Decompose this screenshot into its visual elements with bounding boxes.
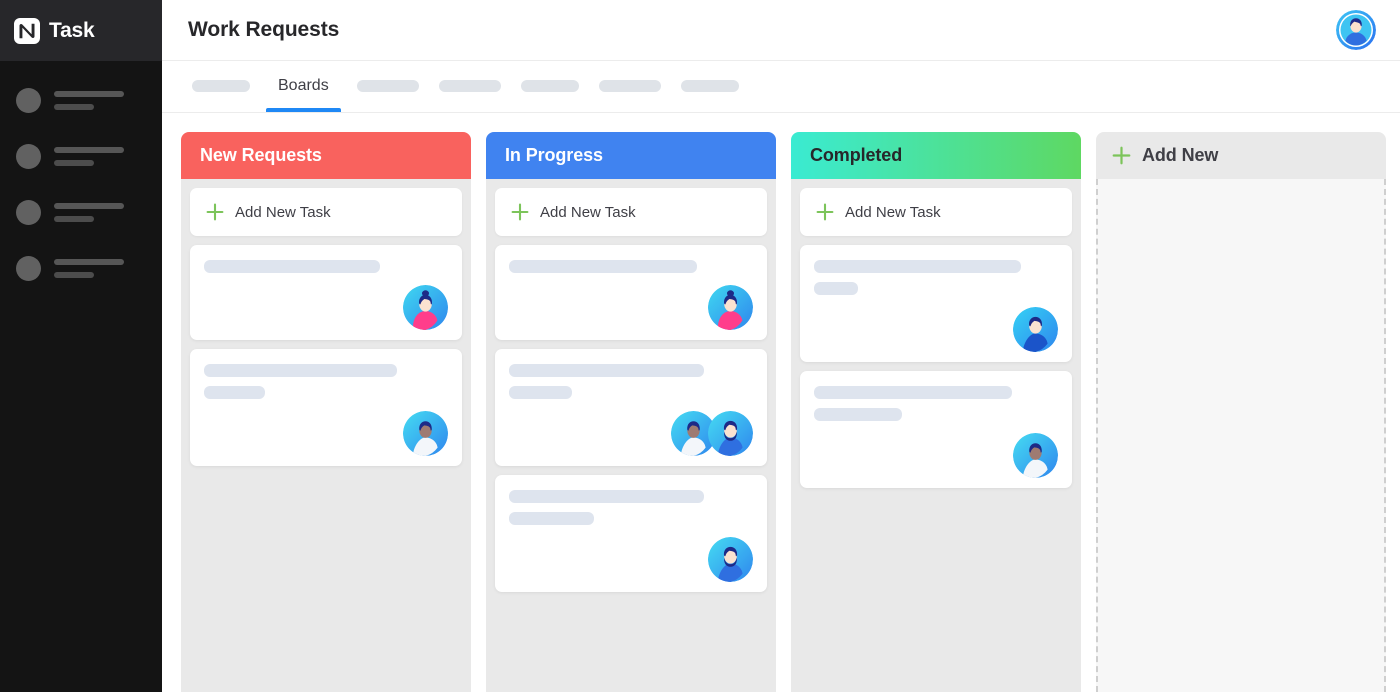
plus-icon	[816, 203, 834, 221]
plus-icon	[511, 203, 529, 221]
main-area: Work Requests Boards New Requests Add Ne…	[162, 0, 1400, 692]
tab-bar: Boards	[162, 61, 1400, 113]
app-root: Task Work Requests Boards New Requests A…	[0, 0, 1400, 692]
avatar-woman-pink[interactable]	[403, 285, 448, 330]
sidebar-item-3-placeholder	[54, 202, 124, 222]
task-card-assignees	[509, 285, 753, 330]
add-new-task-button[interactable]: Add New Task	[495, 188, 767, 236]
add-new-column-header[interactable]: Add New	[1096, 132, 1386, 179]
tab-placeholder-pill	[520, 80, 579, 92]
sidebar: Task	[0, 0, 162, 692]
tab-placeholder-pill	[438, 80, 501, 92]
sidebar-item-1-placeholder	[54, 90, 124, 110]
task-card[interactable]	[495, 475, 767, 592]
add-new-column[interactable]: Add New	[1096, 132, 1386, 692]
add-new-column-dropzone[interactable]	[1096, 179, 1386, 692]
sidebar-item-4[interactable]	[0, 251, 162, 285]
tab-placeholder-4[interactable]	[511, 60, 589, 112]
task-card[interactable]	[800, 371, 1072, 488]
task-card-assignees	[814, 307, 1058, 352]
task-card[interactable]	[800, 245, 1072, 362]
avatar-man-beard[interactable]	[708, 537, 753, 582]
column-header-completed[interactable]: Completed	[791, 132, 1081, 179]
task-card-assignees	[509, 411, 753, 456]
task-card[interactable]	[190, 349, 462, 466]
task-card-placeholder	[509, 364, 753, 399]
plus-icon	[1112, 146, 1131, 165]
task-card-placeholder	[204, 260, 448, 273]
user-avatar-icon[interactable]	[1336, 10, 1376, 50]
nav-avatar-icon	[16, 255, 41, 281]
task-card[interactable]	[495, 349, 767, 466]
tab-boards-label: Boards	[278, 77, 329, 94]
task-card-placeholder	[814, 386, 1058, 421]
sidebar-item-2-placeholder	[54, 146, 124, 166]
column-body-in-progress: Add New Task	[486, 179, 776, 692]
top-bar: Work Requests	[162, 0, 1400, 61]
task-card[interactable]	[495, 245, 767, 340]
avatar-man-blue[interactable]	[1013, 307, 1058, 352]
avatar-man-grey[interactable]	[1013, 433, 1058, 478]
add-new-task-label: Add New Task	[845, 203, 941, 221]
tab-placeholder-pill	[680, 80, 739, 92]
tab-placeholder-pill	[356, 80, 419, 92]
add-new-task-label: Add New Task	[235, 203, 331, 221]
tab-placeholder-pill	[598, 80, 661, 92]
board-column-completed: Completed Add New Task	[791, 132, 1081, 692]
task-card-placeholder	[204, 364, 448, 399]
add-new-task-button[interactable]: Add New Task	[190, 188, 462, 236]
column-body-completed: Add New Task	[791, 179, 1081, 692]
task-card-assignees	[204, 411, 448, 456]
column-title: New Requests	[200, 145, 322, 165]
sidebar-nav	[0, 61, 162, 285]
add-new-task-button[interactable]: Add New Task	[800, 188, 1072, 236]
nav-avatar-icon	[16, 143, 41, 169]
task-card-assignees	[814, 433, 1058, 478]
tab-placeholder-3[interactable]	[429, 60, 511, 112]
task-card-placeholder	[509, 490, 753, 525]
column-header-new-requests[interactable]: New Requests	[181, 132, 471, 179]
page-title: Work Requests	[188, 18, 340, 41]
avatar-man-beard[interactable]	[708, 411, 753, 456]
tab-placeholder-1[interactable]	[182, 60, 260, 112]
tab-placeholder-5[interactable]	[589, 60, 671, 112]
nav-avatar-icon	[16, 199, 41, 225]
sidebar-item-3[interactable]	[0, 195, 162, 229]
task-card-placeholder	[509, 260, 753, 273]
add-new-task-label: Add New Task	[540, 203, 636, 221]
tab-placeholder-2[interactable]	[347, 60, 429, 112]
column-body-new-requests: Add New Task	[181, 179, 471, 692]
nav-avatar-icon	[16, 87, 41, 113]
task-card-placeholder	[814, 260, 1058, 295]
sidebar-item-4-placeholder	[54, 258, 124, 278]
board-column-in-progress: In Progress Add New Task	[486, 132, 776, 692]
board-column-new-requests: New Requests Add New Task	[181, 132, 471, 692]
column-header-in-progress[interactable]: In Progress	[486, 132, 776, 179]
plus-icon	[206, 203, 224, 221]
column-title: In Progress	[505, 145, 603, 165]
brand-name: Task	[49, 19, 95, 42]
brand-logo[interactable]: Task	[0, 0, 162, 61]
task-card-assignees	[509, 537, 753, 582]
tab-placeholder-pill	[192, 80, 250, 92]
column-title: Completed	[810, 145, 903, 165]
task-card-assignees	[204, 285, 448, 330]
add-new-column-label: Add New	[1142, 145, 1219, 165]
sidebar-item-2[interactable]	[0, 139, 162, 173]
sidebar-item-1[interactable]	[0, 83, 162, 117]
n-logo-icon	[14, 17, 40, 44]
kanban-board: New Requests Add New Task In Progress Ad…	[162, 113, 1400, 692]
tab-placeholder-6[interactable]	[671, 60, 749, 112]
avatar-woman-pink[interactable]	[708, 285, 753, 330]
task-card[interactable]	[190, 245, 462, 340]
tab-boards[interactable]: Boards	[260, 60, 347, 112]
avatar-man-grey[interactable]	[403, 411, 448, 456]
